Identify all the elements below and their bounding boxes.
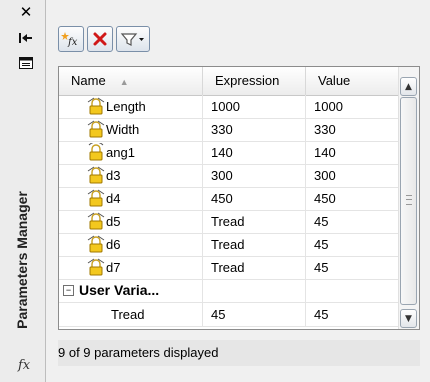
column-header-value[interactable]: Value [306,67,399,95]
linear-constraint-icon [87,212,106,232]
table-row[interactable]: d3 300 300 [59,164,399,188]
parameter-name[interactable]: Width [106,118,139,141]
status-bar: 9 of 9 parameters displayed [58,340,420,366]
parameter-value: 45 [306,303,399,326]
table-row[interactable]: d4 450 450 [59,187,399,211]
svg-text:fx: fx [67,37,78,47]
toolbar: fx [58,26,150,56]
parameters-panel: fx Name ▲ Expression Value Length 1000 1000… [45,0,430,382]
parameter-value: 450 [306,187,399,210]
table-row[interactable]: Tread 45 45 [59,303,399,327]
vertical-scrollbar[interactable]: ▲ ▼ [398,67,419,329]
close-icon[interactable]: ✕ [17,3,35,21]
palette-title-bar: ✕ Parameters Manager fx [0,0,45,382]
column-header-name[interactable]: Name ▲ [59,67,203,95]
group-label: User Varia... [79,282,160,298]
column-header-expression[interactable]: Expression [203,67,306,95]
parameter-value: 45 [306,256,399,279]
parameter-name[interactable]: d4 [106,187,120,210]
collapse-icon[interactable]: − [63,285,74,296]
scroll-up-button[interactable]: ▲ [400,77,417,96]
parameter-name[interactable]: ang1 [106,141,135,164]
table-row[interactable]: d7 Tread 45 [59,256,399,280]
autohide-icon[interactable] [17,30,35,46]
linear-constraint-icon [87,235,106,255]
parameter-expression[interactable]: 300 [203,164,306,187]
parameter-expression[interactable]: Tread [203,233,306,256]
parameter-name[interactable]: d5 [106,210,120,233]
red-x-icon [93,32,107,46]
linear-constraint-icon [87,120,106,140]
table-row[interactable]: ang1 140 140 [59,141,399,165]
parameter-value: 1000 [306,95,399,118]
parameter-name[interactable]: d7 [106,256,120,279]
parameter-expression[interactable]: 45 [203,303,306,326]
table-row[interactable]: d5 Tread 45 [59,210,399,234]
scroll-down-button[interactable]: ▼ [400,309,417,328]
parameter-expression[interactable]: 140 [203,141,306,164]
parameter-name[interactable]: d6 [106,233,120,256]
funnel-dropdown-icon [120,33,144,46]
parameter-name[interactable]: Tread [59,303,203,326]
linear-constraint-icon [87,166,106,186]
parameter-name[interactable]: d3 [106,164,120,187]
parameter-value: 140 [306,141,399,164]
parameter-expression[interactable]: Tread [203,256,306,279]
parameter-name[interactable]: Length [106,95,146,118]
parameter-expression[interactable]: 450 [203,187,306,210]
fx-icon: fx [18,358,31,373]
table-row[interactable]: Length 1000 1000 [59,95,399,119]
linear-constraint-icon [87,97,106,117]
delete-button[interactable] [87,26,113,52]
parameter-expression[interactable]: 1000 [203,95,306,118]
parameter-expression[interactable]: Tread [203,210,306,233]
parameter-expression[interactable]: 330 [203,118,306,141]
parameters-table: Name ▲ Expression Value Length 1000 1000 Wid… [58,66,420,330]
parameter-value: 45 [306,233,399,256]
parameter-value: 330 [306,118,399,141]
linear-constraint-icon [87,258,106,278]
linear-constraint-icon [87,189,106,209]
parameter-value: 45 [306,210,399,233]
filter-button[interactable] [116,26,150,52]
scroll-thumb[interactable] [400,97,417,305]
grip-icon [406,195,412,205]
palette-title: Parameters Manager [14,191,30,329]
table-row[interactable]: Width 330 330 [59,118,399,142]
new-user-parameter-button[interactable]: fx [58,26,84,52]
group-row-user-variables[interactable]: − User Varia... [59,279,399,303]
table-row[interactable]: d6 Tread 45 [59,233,399,257]
parameter-value: 300 [306,164,399,187]
angular-constraint-icon [87,142,106,163]
properties-icon[interactable] [17,55,35,71]
sort-ascending-icon: ▲ [119,76,129,87]
table-header: Name ▲ Expression Value [59,67,399,96]
fx-star-icon: fx [61,32,78,47]
